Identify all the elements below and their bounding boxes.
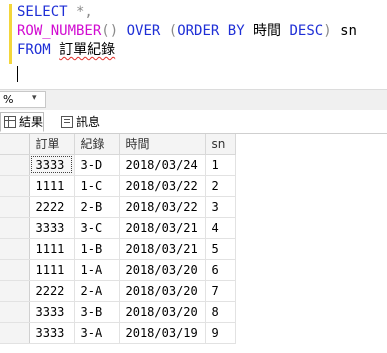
grid-cell[interactable]: 2-A [74,280,120,302]
grid-cell[interactable]: 3-B [74,301,120,323]
table-row: 2222 2-A 2018/03/20 7 [0,280,236,302]
table-row: 3333 3-C 2018/03/21 4 [0,217,236,239]
grid-cell[interactable]: 2018/03/24 [119,154,206,176]
column-header-sn[interactable]: sn [205,134,236,155]
function-row-number: ROW_NUMBER [17,23,102,39]
row-header[interactable] [0,196,30,218]
grid-cell[interactable]: 4 [205,217,236,239]
grid-cell[interactable]: 2018/03/20 [119,301,206,323]
row-header[interactable] [0,154,30,176]
grid-cell[interactable]: 6 [205,259,236,281]
keyword-from: FROM [17,42,51,58]
grid-cell[interactable]: 8 [205,301,236,323]
grid-cell[interactable]: 3333 [29,154,75,176]
column-time: 時間 [244,23,290,39]
grid-cell[interactable]: 1-C [74,175,120,197]
grid-cell[interactable]: 2018/03/22 [119,196,206,218]
row-header-corner[interactable] [0,134,30,155]
result-tabs: 結果 訊息 [0,110,387,134]
grid-cell[interactable]: 2018/03/20 [119,280,206,302]
keyword-select: SELECT [17,4,68,20]
grid-cell[interactable]: 1111 [29,175,75,197]
sql-editor[interactable]: SELECT *, ROW_NUMBER() OVER (ORDER BY 時間… [0,0,387,87]
table-row: 3333 3-D 2018/03/24 1 [0,154,236,176]
sql-code[interactable]: SELECT *, ROW_NUMBER() OVER (ORDER BY 時間… [17,3,357,60]
grid-cell[interactable]: 1 [205,154,236,176]
tab-messages-label: 訊息 [76,115,101,129]
keyword-desc: DESC [289,23,324,39]
grid-cell[interactable]: 3-D [74,154,120,176]
paren-1: () [101,23,119,39]
grid-cell[interactable]: 5 [205,238,236,260]
table-row: 1111 1-A 2018/03/20 6 [0,259,236,281]
grid-cell[interactable]: 2018/03/19 [119,322,206,344]
paren-2: ( [168,23,178,39]
table-row: 3333 3-B 2018/03/20 8 [0,301,236,323]
grid-icon [4,116,16,128]
grid-cell[interactable]: 9 [205,322,236,344]
grid-cell[interactable]: 7 [205,280,236,302]
alias-sn: sn [331,23,357,39]
row-header[interactable] [0,259,30,281]
grid-cell[interactable]: 2222 [29,280,75,302]
keyword-over: OVER [126,23,161,39]
tab-results[interactable]: 結果 [0,112,44,132]
grid-cell[interactable]: 1111 [29,238,75,260]
grid-cell[interactable]: 1-B [74,238,120,260]
grid-cell[interactable]: 3-C [74,217,120,239]
column-header-order[interactable]: 訂單 [29,134,75,155]
change-marker [9,4,12,64]
grid-cell[interactable]: 3333 [29,301,75,323]
row-header[interactable] [0,217,30,239]
grid-cell[interactable]: 2018/03/22 [119,175,206,197]
zoom-value: % [3,93,14,106]
row-header[interactable] [0,238,30,260]
zoom-bar: % ▾ [0,89,387,110]
table-row: 3333 3-A 2018/03/19 9 [0,322,236,344]
keyword-order-by: ORDER BY [177,23,245,39]
grid-cell[interactable]: 2-B [74,196,120,218]
grid-cell[interactable]: 1111 [29,259,75,281]
grid-cell[interactable]: 1-A [74,259,120,281]
results-grid[interactable]: 訂單 紀錄 時間 sn 3333 3-D 2018/03/24 1 1111 1… [0,134,387,344]
row-header[interactable] [0,322,30,344]
grid-cell[interactable]: 3 [205,196,236,218]
chevron-down-icon: ▾ [32,93,37,103]
row-header[interactable] [0,280,30,302]
grid-cell[interactable]: 3-A [74,322,120,344]
row-header[interactable] [0,301,30,323]
grid-cell[interactable]: 2018/03/21 [119,217,206,239]
grid-cell[interactable]: 2 [205,175,236,197]
table-name: 訂單紀錄 [59,42,116,58]
text-caret [17,66,18,82]
zoom-dropdown[interactable]: % ▾ [0,91,46,108]
tab-results-label: 結果 [19,115,44,129]
tab-messages[interactable]: 訊息 [58,112,118,132]
paren-3: ) [323,23,332,39]
select-rest: *, [67,4,93,20]
message-icon [61,116,73,128]
column-header-record[interactable]: 紀錄 [74,134,120,155]
column-header-time[interactable]: 時間 [119,134,206,155]
table-row: 2222 2-B 2018/03/22 3 [0,196,236,218]
row-header[interactable] [0,175,30,197]
table-row: 1111 1-C 2018/03/22 2 [0,175,236,197]
table-row: 1111 1-B 2018/03/21 5 [0,238,236,260]
grid-cell[interactable]: 3333 [29,322,75,344]
grid-cell[interactable]: 2018/03/21 [119,238,206,260]
grid-cell[interactable]: 2222 [29,196,75,218]
grid-cell[interactable]: 2018/03/20 [119,259,206,281]
grid-cell[interactable]: 3333 [29,217,75,239]
header-row: 訂單 紀錄 時間 sn [0,134,236,155]
